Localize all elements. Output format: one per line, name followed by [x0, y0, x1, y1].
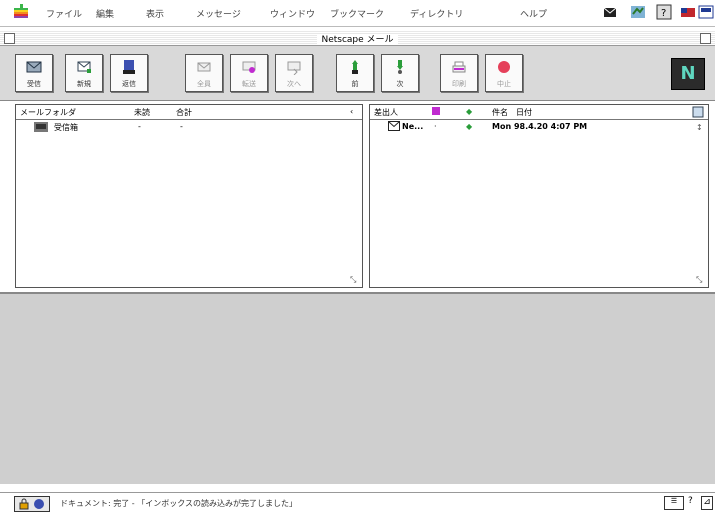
get-mail-icon	[26, 61, 42, 73]
stop-label: 中止	[497, 80, 511, 88]
menu-file[interactable]: ファイル	[46, 7, 82, 20]
menu-bookmarks[interactable]: ブックマーク	[330, 7, 384, 20]
next-icon	[287, 61, 301, 75]
stop-icon	[498, 61, 510, 73]
reply-all-label: 全員	[197, 80, 211, 88]
next-message-icon	[397, 60, 403, 74]
message-date: Mon 98.4.20 4:07 PM	[492, 122, 588, 131]
pane-scroll-icon[interactable]: ↕	[696, 123, 706, 133]
message-row[interactable]: Ne... · ◆ Mon 98.4.20 4:07 PM	[370, 121, 694, 133]
menu-bar: ファイル 編集 表示 メッセージ ウィンドウ ブックマーク ディレクトリ ヘルプ…	[0, 0, 715, 27]
reply-label: 返信	[122, 80, 136, 88]
message-viewer-pane[interactable]	[0, 292, 715, 484]
folder-row[interactable]: 受信箱 - -	[16, 121, 348, 133]
read-column-icon[interactable]: ◆	[466, 107, 472, 116]
inbox-folder-icon	[34, 122, 48, 132]
reply-button[interactable]: 返信	[110, 54, 148, 92]
get-mail-label: 受信	[27, 80, 41, 88]
folder-unread: -	[138, 122, 141, 131]
print-button[interactable]: 印刷	[440, 54, 478, 92]
subject-column-header[interactable]: 件名	[492, 107, 508, 118]
new-message-label: 新規	[77, 80, 91, 88]
date-column-header[interactable]: 日付	[516, 107, 532, 118]
previous-button[interactable]: 前	[336, 54, 374, 92]
column-toggle-icon[interactable]: ‹	[350, 107, 353, 116]
folder-pane[interactable]: メールフォルダ 未読 合計 ‹ 受信箱 - - ⤡	[15, 104, 363, 288]
resize-grip-icon[interactable]: ⤡	[350, 275, 360, 285]
reply-all-button[interactable]: 全員	[185, 54, 223, 92]
mail-icon[interactable]	[602, 4, 618, 20]
map-icon[interactable]	[630, 4, 646, 20]
message-list-options-icon[interactable]	[692, 106, 704, 118]
message-sender: Ne...	[402, 122, 424, 131]
flag-marker: ·	[434, 122, 437, 131]
folder-name: 受信箱	[54, 123, 78, 132]
apple-menu-icon[interactable]	[14, 4, 28, 20]
status-bar: ドキュメント: 完了 - 「インボックスの読み込みが完了しました」 ☰ ? ⊿	[0, 492, 715, 514]
previous-icon	[352, 60, 358, 74]
toolbar: 受信 新規 返信 全員 転送 次へ 前 次 印刷 中止 N	[0, 46, 715, 101]
folder-total: -	[180, 122, 183, 131]
help-status-icon[interactable]: ?	[688, 496, 693, 506]
keyboard-flag-icon[interactable]	[680, 4, 696, 20]
window-resize-icon[interactable]: ⊿	[701, 496, 713, 510]
next-message-label: 次	[396, 80, 404, 88]
total-column-header[interactable]: 合計	[176, 107, 192, 118]
print-label: 印刷	[452, 80, 466, 88]
next-message-button[interactable]: 次	[381, 54, 419, 92]
stop-button[interactable]: 中止	[485, 54, 523, 92]
component-bar-icon[interactable]: ☰	[664, 496, 684, 510]
window-title-bar[interactable]: Netscape メール	[0, 31, 715, 46]
connection-icon	[34, 499, 44, 509]
status-message: ドキュメント: 完了 - 「インボックスの読み込みが完了しました」	[60, 499, 297, 508]
forward-button[interactable]: 転送	[230, 54, 268, 92]
menu-window[interactable]: ウィンドウ	[270, 7, 315, 20]
help-icon[interactable]: ?	[656, 4, 672, 20]
message-list-pane[interactable]: 差出人 ◆ 件名 日付 Ne... · ◆ Mon 98.4.20 4:07 P…	[369, 104, 709, 288]
menu-help[interactable]: ヘルプ	[520, 7, 547, 20]
previous-label: 前	[351, 80, 359, 88]
window-title: Netscape メール	[317, 35, 398, 45]
forward-icon	[242, 61, 256, 73]
zoom-box[interactable]	[700, 33, 711, 44]
forward-label: 転送	[242, 80, 256, 88]
sender-column-header[interactable]: 差出人	[374, 107, 398, 118]
application-icon[interactable]	[698, 4, 714, 20]
netscape-logo[interactable]: N	[671, 58, 705, 90]
unread-column-header[interactable]: 未読	[134, 107, 150, 118]
security-status[interactable]	[14, 496, 50, 512]
unread-marker-icon: ◆	[466, 122, 473, 131]
new-message-button[interactable]: 新規	[65, 54, 103, 92]
flag-column-icon[interactable]	[432, 107, 440, 115]
reply-icon	[123, 60, 135, 74]
envelope-icon	[388, 121, 400, 131]
menu-view[interactable]: 表示	[146, 7, 164, 20]
message-pane-header: 差出人 ◆ 件名 日付	[370, 105, 708, 120]
menu-message[interactable]: メッセージ	[196, 7, 241, 20]
folder-column-header[interactable]: メールフォルダ	[20, 107, 76, 118]
svg-text:?: ?	[661, 8, 666, 19]
reply-all-icon	[197, 62, 211, 72]
print-icon	[452, 61, 466, 73]
next-unread-button[interactable]: 次へ	[275, 54, 313, 92]
resize-grip-icon[interactable]: ⤡	[696, 275, 706, 285]
get-mail-button[interactable]: 受信	[15, 54, 53, 92]
lock-icon	[19, 498, 29, 510]
next-unread-label: 次へ	[287, 80, 301, 88]
menu-directory[interactable]: ディレクトリ	[410, 7, 463, 20]
new-message-icon	[77, 61, 91, 73]
folder-pane-header: メールフォルダ 未読 合計 ‹	[16, 105, 362, 120]
menu-edit[interactable]: 編集	[96, 7, 114, 20]
